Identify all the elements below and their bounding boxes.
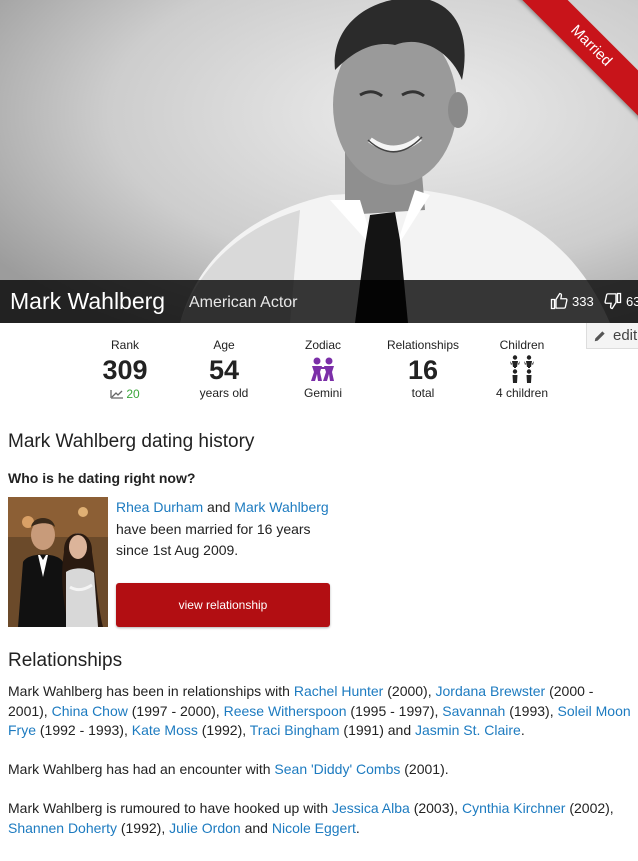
- relationship-link[interactable]: Jordana Brewster: [436, 683, 546, 699]
- stat-label: Age: [213, 338, 235, 352]
- edit-button[interactable]: edit: [586, 323, 638, 349]
- rumour-years: and: [240, 819, 272, 836]
- partner-link[interactable]: Rhea Durham: [116, 499, 203, 515]
- relationship-link[interactable]: Savannah: [442, 703, 505, 719]
- encounter-paragraph: Mark Wahlberg has had an encounter with …: [8, 760, 632, 780]
- relationship-years: (1991) and: [339, 722, 416, 738]
- relationships-heading: Relationships: [8, 650, 123, 671]
- rumour-years: .: [355, 819, 360, 836]
- dislike-button[interactable]: 63: [604, 292, 638, 310]
- relationship-link[interactable]: Traci Bingham: [250, 722, 340, 738]
- stat-relationships: Relationships 16 total: [382, 338, 464, 400]
- relationships-prefix: Mark Wahlberg has been in relationships …: [8, 683, 290, 699]
- stat-label: Rank: [110, 338, 139, 352]
- rank-trend: 20: [110, 387, 140, 401]
- rumour-link[interactable]: Shannen Doherty: [8, 820, 117, 836]
- thumbs-up-icon: [550, 292, 568, 310]
- self-link[interactable]: Mark Wahlberg: [234, 499, 328, 515]
- encounter-prefix: Mark Wahlberg has had an encounter with: [8, 761, 271, 777]
- relationship-years: .: [520, 722, 525, 738]
- rank-trend-value: 20: [126, 387, 140, 401]
- stat-label: Relationships: [386, 338, 460, 352]
- stat-sub: Gemini: [303, 386, 342, 400]
- view-relationship-button[interactable]: view relationship: [116, 583, 330, 627]
- stat-value: 309: [102, 355, 148, 385]
- relationships-paragraph: Mark Wahlberg has been in relationships …: [8, 682, 632, 741]
- dating-summary: Rhea Durham and Mark Wahlberg have been …: [116, 497, 336, 562]
- zodiac-icon-wrap: [293, 352, 353, 386]
- dating-history-heading: Mark Wahlberg dating history: [8, 431, 255, 452]
- stat-age: Age 54 years old: [194, 338, 254, 400]
- relationship-link[interactable]: China Chow: [52, 703, 128, 719]
- couple-photo[interactable]: [8, 497, 108, 627]
- relationship-years: (1992),: [197, 722, 250, 738]
- stat-value: 16: [407, 355, 439, 385]
- relationship-years: (1993),: [505, 702, 558, 719]
- occupation: American Actor: [189, 294, 298, 311]
- stat-value: 54: [208, 355, 240, 385]
- profile-hero: Married Mark Wahlberg American Actor 333…: [0, 0, 638, 323]
- children-icon: [510, 355, 534, 383]
- stat-sub: 4 children: [495, 386, 549, 400]
- rumour-link[interactable]: Jessica Alba: [332, 800, 410, 816]
- relationship-years: (1995 - 1997),: [346, 702, 443, 719]
- thumbs-down-icon: [604, 292, 622, 310]
- rumour-years: (1992),: [116, 819, 170, 836]
- stat-sub: years old: [199, 386, 249, 400]
- encounter-years: (2001).: [400, 761, 449, 777]
- relationship-link[interactable]: Jasmin St. Claire: [415, 722, 521, 738]
- relationship-years: (2000),: [383, 683, 436, 699]
- like-button[interactable]: 333: [550, 292, 594, 310]
- stat-label: Zodiac: [304, 338, 342, 352]
- rumours-paragraph: Mark Wahlberg is rumoured to have hooked…: [8, 799, 632, 838]
- like-count: 333: [572, 293, 594, 309]
- relationship-link[interactable]: Reese Witherspoon: [224, 703, 347, 719]
- dislike-count: 63: [626, 293, 638, 309]
- dating-question: Who is he dating right now?: [8, 470, 196, 486]
- pencil-icon: [594, 330, 605, 341]
- relationship-years: (1992 - 1993),: [36, 722, 132, 738]
- page-title: Mark Wahlberg: [10, 288, 166, 314]
- name-bar: Mark Wahlberg American Actor 333 63: [0, 280, 638, 323]
- married-ribbon: Married: [508, 0, 638, 130]
- stat-rank: Rank 309 20: [95, 338, 155, 404]
- children-icon-wrap: [490, 352, 554, 386]
- stat-children: Children 4 children: [490, 338, 554, 400]
- dating-text: have been married for 16 years since 1st…: [116, 520, 311, 559]
- rumour-link[interactable]: Nicole Eggert: [272, 820, 356, 836]
- stat-sub: total: [411, 386, 435, 400]
- trend-up-icon: [110, 390, 124, 399]
- rumour-years: (2002),: [565, 800, 614, 816]
- relationship-link[interactable]: Rachel Hunter: [294, 683, 384, 699]
- stat-label: Children: [499, 338, 545, 352]
- rumour-link[interactable]: Julie Ordon: [169, 820, 241, 836]
- couple-image: [8, 497, 108, 627]
- encounter-link[interactable]: Sean 'Diddy' Combs: [274, 761, 400, 777]
- rumour-link[interactable]: Cynthia Kirchner: [462, 800, 566, 816]
- and-text: and: [207, 499, 231, 515]
- rumours-prefix: Mark Wahlberg is rumoured to have hooked…: [8, 800, 329, 816]
- edit-label: edit: [613, 327, 638, 344]
- stat-zodiac: Zodiac Gemini: [293, 338, 353, 400]
- gemini-icon: [311, 357, 334, 381]
- relationship-years: (1997 - 2000),: [127, 702, 224, 719]
- rumour-years: (2003),: [409, 800, 462, 816]
- relationship-link[interactable]: Kate Moss: [132, 722, 198, 738]
- status-ribbon-label: Married: [512, 0, 638, 125]
